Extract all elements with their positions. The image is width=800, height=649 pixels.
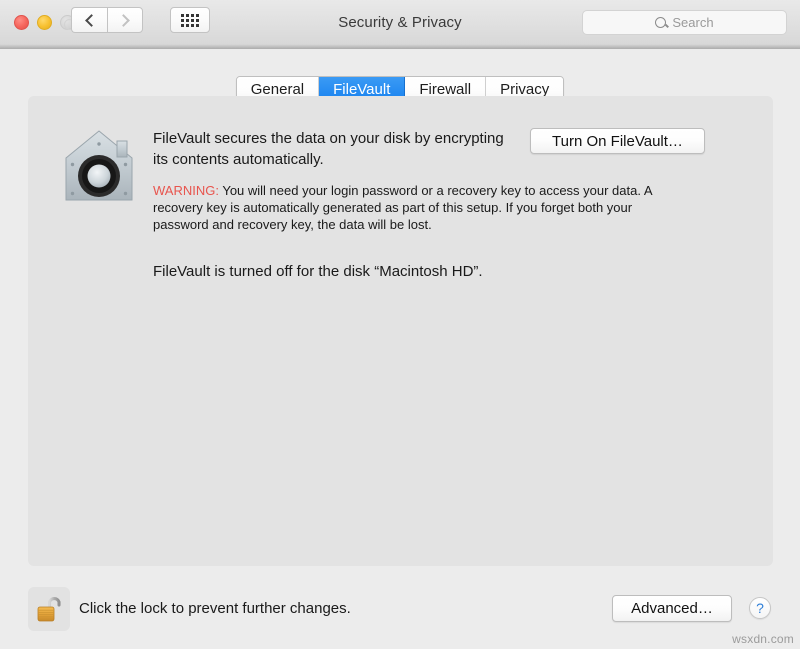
search-placeholder: Search	[672, 15, 714, 30]
search-icon	[655, 17, 667, 28]
open-padlock-icon	[37, 597, 61, 622]
turn-on-filevault-button[interactable]: Turn On FileVault…	[530, 128, 705, 154]
filevault-warning: WARNING: You will need your login passwo…	[153, 182, 658, 233]
lock-button[interactable]	[28, 587, 70, 631]
filevault-house-safe-icon	[65, 130, 133, 201]
warning-body: You will need your login password or a r…	[153, 183, 652, 232]
help-button[interactable]: ?	[749, 597, 771, 619]
filevault-panel: FileVault secures the data on your disk …	[28, 96, 773, 566]
search-field-content: Search	[655, 15, 714, 30]
filevault-description: FileVault secures the data on your disk …	[153, 130, 504, 168]
warning-label: WARNING:	[153, 183, 219, 198]
search-field[interactable]: Search	[582, 10, 787, 35]
filevault-status: FileVault is turned off for the disk “Ma…	[153, 263, 483, 280]
watermark: wsxdn.com	[732, 632, 794, 646]
lock-hint-text: Click the lock to prevent further change…	[79, 600, 351, 617]
advanced-button[interactable]: Advanced…	[612, 595, 732, 622]
security-privacy-window: Security & Privacy Search General FileVa…	[0, 0, 800, 649]
window-titlebar: Security & Privacy Search	[0, 0, 800, 49]
